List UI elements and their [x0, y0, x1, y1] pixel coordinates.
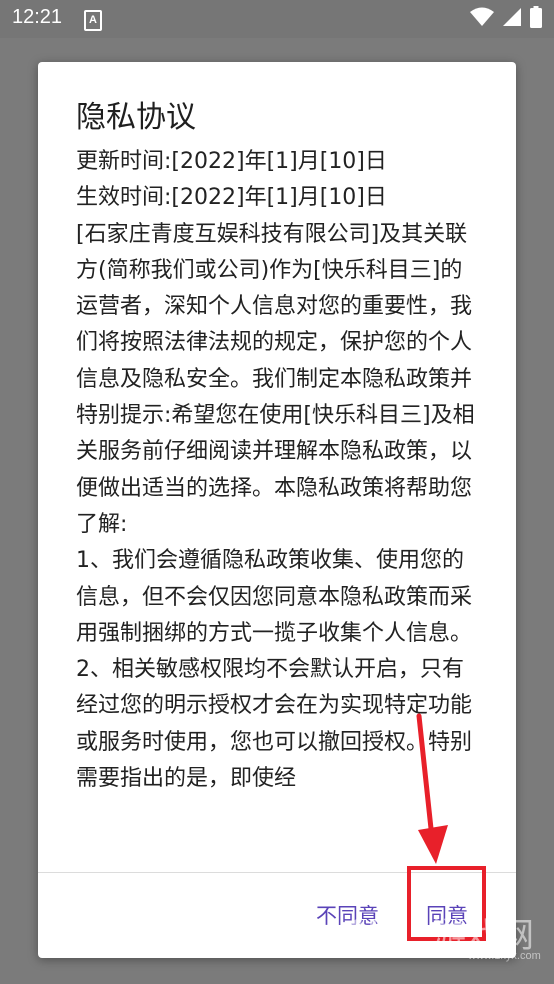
watermark-logo: 1K — [346, 910, 398, 957]
system-icons — [470, 6, 542, 28]
status-time: 12:21 — [12, 6, 63, 28]
watermark-url: www.1kyx.com — [468, 950, 541, 962]
notification-a-icon: A — [84, 10, 102, 31]
status-bar: 12:21 A — [0, 0, 554, 38]
red-arrow-annotation-icon — [416, 713, 448, 864]
signal-icon — [503, 8, 521, 26]
watermark: 1K 游戏网 www.1kyx.com — [340, 900, 554, 970]
wifi-icon — [470, 7, 494, 26]
battery-icon — [530, 6, 542, 28]
dialog-title: 隐私协议 — [76, 100, 196, 135]
